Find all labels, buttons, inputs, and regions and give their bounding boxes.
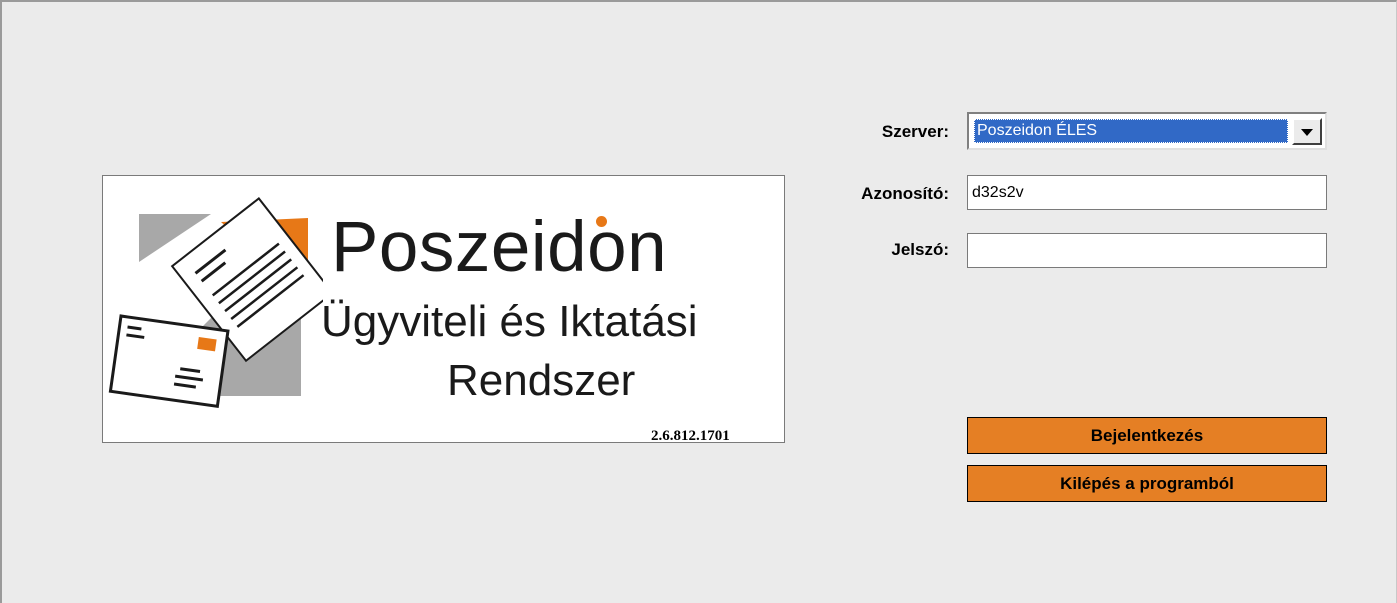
logo-panel: Poszeidon Ügyviteli és Iktatási Rendszer… bbox=[102, 175, 785, 444]
exit-button[interactable]: Kilépés a programból bbox=[967, 465, 1327, 502]
envelope-letter-icon bbox=[108, 197, 323, 408]
id-label: Azonosító: bbox=[861, 184, 949, 203]
server-select-value[interactable]: Poszeidon ÉLES bbox=[974, 119, 1288, 143]
server-label: Szerver: bbox=[881, 122, 949, 141]
password-field[interactable] bbox=[967, 233, 1327, 268]
version-label: 2.6.812.1701 bbox=[651, 428, 730, 444]
password-label: Jelszó: bbox=[891, 240, 949, 259]
chevron-down-icon[interactable] bbox=[1292, 118, 1322, 145]
login-button[interactable]: Bejelentkezés bbox=[967, 417, 1327, 454]
logo-subtitle-line1: Ügyviteli és Iktatási bbox=[321, 297, 698, 346]
server-select[interactable]: Poszeidon ÉLES bbox=[967, 112, 1327, 150]
logo-title: Poszeidon bbox=[331, 208, 668, 287]
login-window: Poszeidon Ügyviteli és Iktatási Rendszer… bbox=[0, 0, 1397, 603]
logo-dot bbox=[596, 216, 607, 227]
id-field[interactable]: d32s2v bbox=[967, 175, 1327, 210]
logo-subtitle-line2: Rendszer bbox=[447, 356, 636, 405]
